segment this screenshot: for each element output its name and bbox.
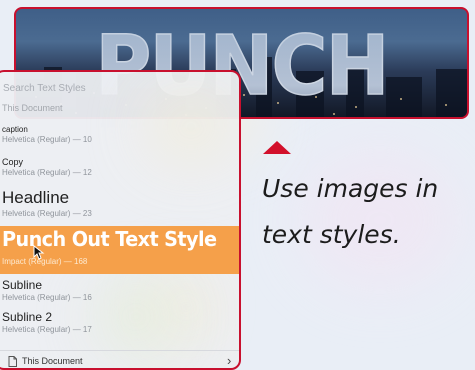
screen: { "banner": { "text": "PUNCH OUT" }, "ca…	[0, 0, 475, 370]
style-name: Subline 2	[2, 310, 53, 324]
style-item-headline[interactable]: Headline Helvetica (Regular) — 23	[2, 188, 92, 218]
style-meta: Helvetica (Regular) — 16	[2, 293, 92, 302]
mouse-pointer-icon	[33, 245, 45, 260]
caption-text: Use images in text styles.	[262, 166, 472, 258]
text-styles-panel: Search Text Styles This Document caption…	[0, 70, 241, 370]
style-meta: Helvetica (Regular) — 23	[2, 209, 92, 218]
style-name: Headline	[2, 188, 70, 207]
style-item-subline[interactable]: Subline Helvetica (Regular) — 16	[2, 278, 92, 302]
caption-line-2: text styles.	[262, 220, 401, 249]
style-name: caption	[2, 125, 28, 134]
red-arrow-icon	[263, 141, 291, 154]
style-item-subline-2[interactable]: Subline 2 Helvetica (Regular) — 17	[2, 310, 92, 334]
style-item-copy[interactable]: Copy Helvetica (Regular) — 12	[2, 157, 92, 177]
style-name: Copy	[2, 157, 24, 167]
search-input[interactable]: Search Text Styles	[2, 78, 234, 100]
style-item-caption[interactable]: caption Helvetica (Regular) — 10	[2, 125, 92, 144]
document-icon	[8, 356, 17, 367]
style-meta: Helvetica (Regular) — 12	[2, 168, 92, 177]
document-selector[interactable]: This Document ›	[0, 350, 239, 368]
chevron-right-icon: ›	[227, 353, 232, 368]
section-label: This Document	[2, 103, 63, 113]
style-meta: Helvetica (Regular) — 17	[2, 325, 92, 334]
caption-line-1: Use images in	[262, 174, 439, 203]
document-label: This Document	[22, 356, 83, 366]
style-meta: Helvetica (Regular) — 10	[2, 135, 92, 144]
style-name: Subline	[2, 278, 43, 292]
